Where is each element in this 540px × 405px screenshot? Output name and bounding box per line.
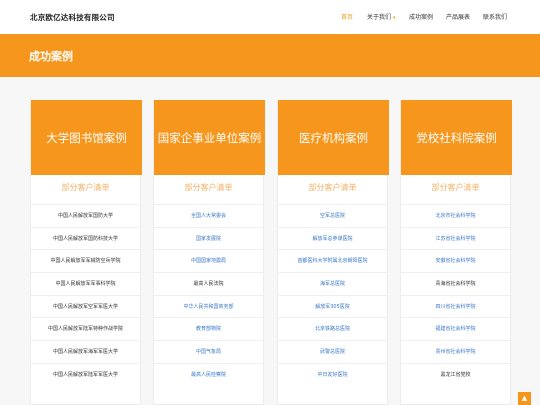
client-row: 黑龙江省党校: [401, 362, 510, 386]
nav-item-products[interactable]: 产品展表: [446, 12, 470, 21]
case-card-government-enterprise: 国家企事业单位案例 部分客户清单 全国人大常委会 国家发展院 中国国家地震局 最…: [153, 100, 265, 405]
client-row: 中国人民解放军陆军军医大学: [31, 362, 140, 386]
nav-item-contact[interactable]: 联系我们: [483, 12, 507, 21]
client-row[interactable]: 贵州省社会科学院: [401, 340, 510, 363]
client-row[interactable]: 中华人民共和国商务部: [154, 294, 263, 318]
client-row[interactable]: 安徽省社会科学院: [401, 249, 510, 272]
client-row: 中国人民解放军军械防空兵学院: [31, 249, 140, 272]
client-row[interactable]: 北京铁路总医院: [278, 317, 387, 340]
client-row: 中国人民解放军国防大学: [31, 204, 140, 227]
card-subtitle: 部分客户清单: [431, 183, 480, 192]
chevron-down-icon: ▾: [393, 15, 396, 21]
client-row[interactable]: 中日友好医院: [278, 362, 387, 386]
nav-item-cases[interactable]: 成功案例: [409, 12, 433, 21]
client-row: 青海省社会科学院: [401, 272, 510, 295]
client-row[interactable]: 江苏省社会科学院: [401, 226, 510, 250]
client-row[interactable]: 国家发展院: [154, 226, 263, 250]
client-row[interactable]: 北京市社会科学院: [401, 204, 510, 227]
card-header: 国家企事业单位案例: [154, 100, 265, 175]
client-row[interactable]: 空军总医院: [278, 204, 387, 227]
nav-item-about[interactable]: 关于我们 ▾: [367, 12, 396, 21]
client-list: 北京市社会科学院 江苏省社会科学院 安徽省社会科学院 青海省社会科学院 四川省社…: [401, 204, 510, 386]
client-row[interactable]: 解放军305医院: [278, 294, 387, 318]
client-row[interactable]: 解放军总参谋医院: [278, 226, 387, 250]
arrow-up-icon: ▲: [521, 394, 528, 402]
client-row: 中国人民解放军海军军医大学: [31, 340, 140, 363]
case-card-university-library: 大学图书馆案例 部分客户清单 中国人民解放军国防大学 中国人民解放军国防科技大学…: [30, 100, 142, 405]
client-list: 全国人大常委会 国家发展院 中国国家地震局 最高人民法院 中华人民共和国商务部 …: [154, 204, 263, 386]
card-header: 医疗机构案例: [278, 100, 389, 175]
card-subtitle: 部分客户清单: [308, 183, 357, 192]
card-subtitle: 部分客户清单: [61, 183, 110, 192]
client-row[interactable]: 最高人民检察院: [154, 362, 263, 386]
client-row: 中国人民解放军陆军特种作战学院: [31, 317, 140, 340]
card-subtitle: 部分客户清单: [184, 183, 233, 192]
back-to-top-button[interactable]: ▲: [518, 392, 531, 405]
client-list: 中国人民解放军国防大学 中国人民解放军国防科技大学 中国人民解放军军械防空兵学院…: [31, 204, 140, 386]
client-row[interactable]: 中国国家地震局: [154, 249, 263, 272]
case-card-medical-institutions: 医疗机构案例 部分客户清单 空军总医院 解放军总参谋医院 首都医科大学附属北京朝…: [277, 100, 389, 405]
company-logo-text[interactable]: 北京欧亿达科技有限公司: [30, 12, 115, 23]
nav-item-home[interactable]: 首页: [341, 12, 353, 21]
card-header: 党校社科院案例: [401, 100, 512, 175]
client-row[interactable]: 中国气象局: [154, 340, 263, 363]
page-title: 成功案例: [29, 50, 73, 63]
card-header: 大学图书馆案例: [31, 100, 142, 175]
client-row[interactable]: 海军总医院: [278, 272, 387, 295]
client-row[interactable]: 四川省社会科学院: [401, 294, 510, 318]
client-row[interactable]: 教育部物院: [154, 317, 263, 340]
client-row[interactable]: 武警总医院: [278, 340, 387, 363]
client-row: 中国人民解放军国防科技大学: [31, 226, 140, 250]
client-row: 最高人民法院: [154, 272, 263, 295]
client-row[interactable]: 全国人大常委会: [154, 204, 263, 227]
page-banner: 成功案例: [0, 34, 540, 77]
top-navigation-bar: 北京欧亿达科技有限公司 首页 关于我们 ▾ 成功案例 产品展表 联系我们: [0, 0, 540, 34]
client-row[interactable]: 首都医科大学附属北京朝阳医院: [278, 249, 387, 272]
client-row[interactable]: 福建省社会科学院: [401, 317, 510, 340]
client-row: 中国人民解放军军事科学院: [31, 272, 140, 295]
case-card-party-school-academy: 党校社科院案例 部分客户清单 北京市社会科学院 江苏省社会科学院 安徽省社会科学…: [400, 100, 512, 405]
client-row: 中国人民解放军空军军医大学: [31, 294, 140, 318]
client-list: 空军总医院 解放军总参谋医院 首都医科大学附属北京朝阳医院 海军总医院 解放军3…: [278, 204, 387, 386]
